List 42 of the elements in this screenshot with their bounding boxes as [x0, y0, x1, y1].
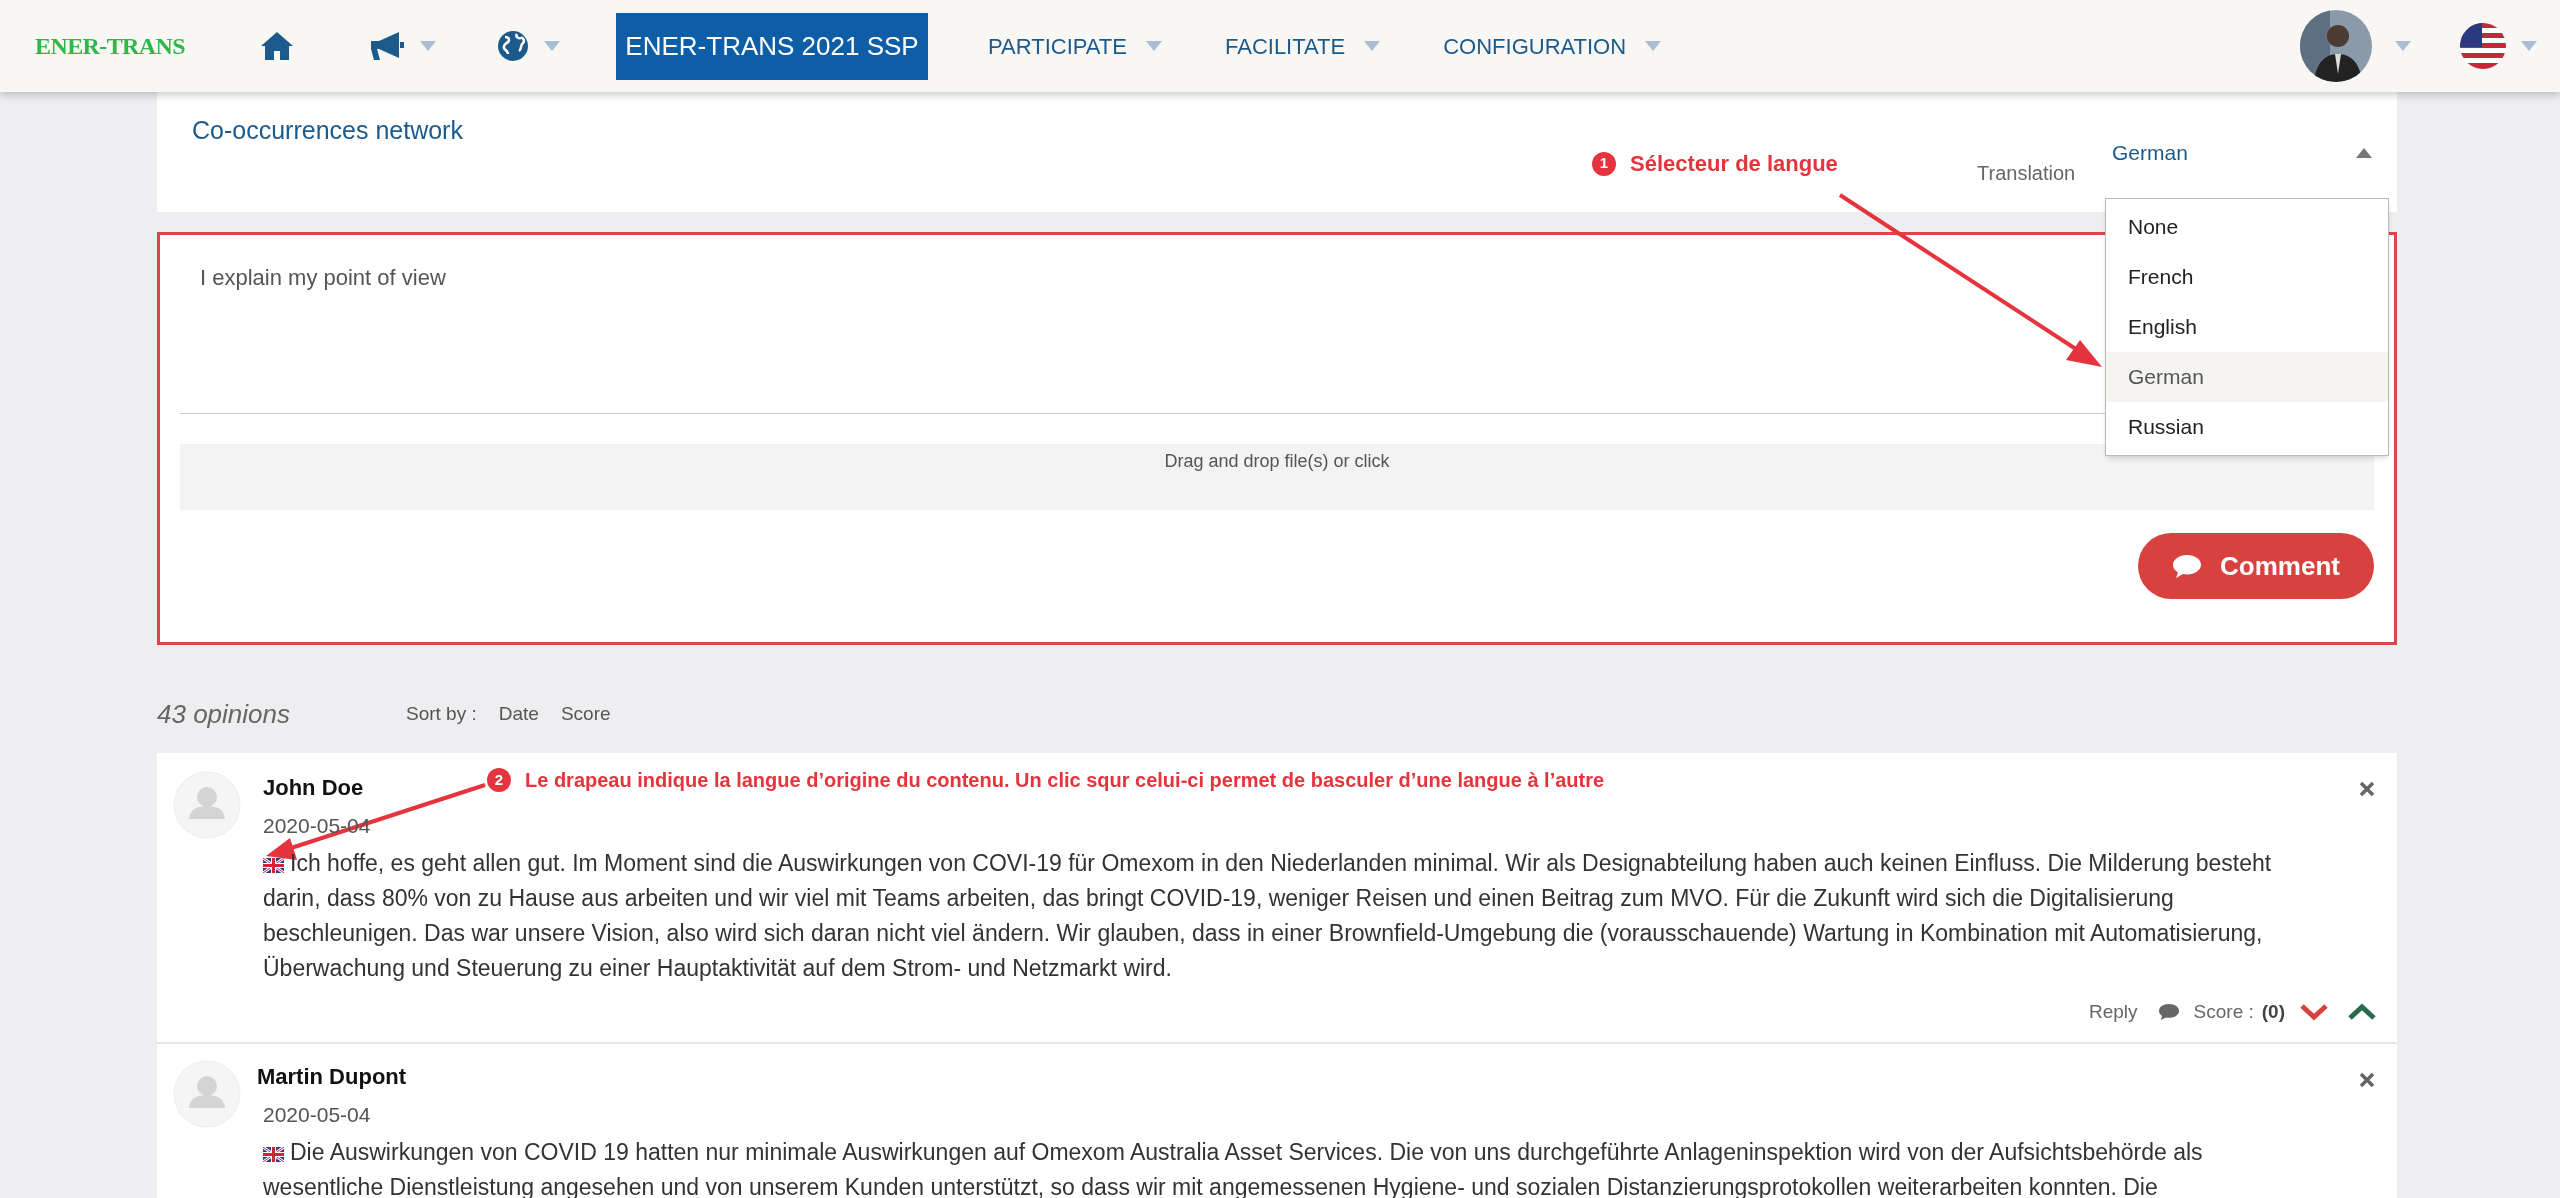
project-button[interactable]: ENER-TRANS 2021 SSP [616, 12, 929, 80]
annotation-number: 2 [487, 768, 511, 792]
opinion-count: 43 opinions [157, 697, 290, 731]
sort-option[interactable]: Score [560, 699, 611, 729]
flag-icon[interactable] [263, 1146, 284, 1162]
comment-author[interactable]: Martin Dupont [257, 1060, 407, 1093]
avatar-icon [173, 1060, 241, 1128]
nav-menu[interactable]: FACILITATE [1225, 29, 1346, 63]
language-option[interactable]: None [2106, 202, 2388, 252]
close-icon[interactable] [2359, 1072, 2375, 1088]
megaphone-icon[interactable] [369, 30, 406, 62]
comment-button[interactable]: Comment [2138, 533, 2374, 599]
nav-menu[interactable]: CONFIGURATION [1443, 29, 1627, 63]
annotation-text: Le drapeau indique la langue d’origine du contenu. Un clic squr celui-ci permet de basculer d’une langue à l’autre [525, 768, 1605, 793]
home-icon[interactable] [260, 31, 295, 61]
annotation-number: 1 [1592, 151, 1616, 176]
downvote-icon[interactable] [2299, 1002, 2329, 1021]
speech-bubble-icon [2172, 553, 2203, 579]
speech-bubble-icon[interactable] [2157, 1002, 2180, 1021]
network-link[interactable]: Co-occurrences network [192, 116, 463, 144]
language-option[interactable]: French [2106, 252, 2388, 302]
nav-menu[interactable]: PARTICIPATE [988, 29, 1127, 63]
score-value: (0) [2261, 999, 2285, 1024]
comment-author[interactable]: John Doe [263, 771, 364, 804]
close-icon[interactable] [2359, 781, 2375, 797]
caret-up-icon[interactable] [2356, 148, 2372, 158]
avatar-icon [173, 771, 241, 839]
reply-link[interactable]: Reply [2089, 997, 2138, 1026]
sort-label: Sort by : [406, 701, 477, 726]
sort-option[interactable]: Date [498, 699, 539, 729]
translation-select[interactable]: German [2112, 136, 2372, 170]
language-option[interactable]: English [2106, 302, 2388, 352]
annotation-text: Sélecteur de langue [1630, 150, 1838, 178]
language-option[interactable]: German [2106, 352, 2388, 402]
score-label: Score : [2193, 999, 2254, 1024]
flag-icon[interactable] [2460, 23, 2506, 69]
comment-date: 2020-05-04 [263, 1102, 371, 1128]
translation-label: Translation [1977, 161, 2076, 186]
file-dropzone[interactable]: Drag and drop file(s) or click [180, 444, 2374, 510]
flag-icon[interactable] [263, 857, 284, 873]
upvote-icon[interactable] [2347, 1002, 2377, 1021]
globe-icon[interactable] [497, 30, 530, 62]
